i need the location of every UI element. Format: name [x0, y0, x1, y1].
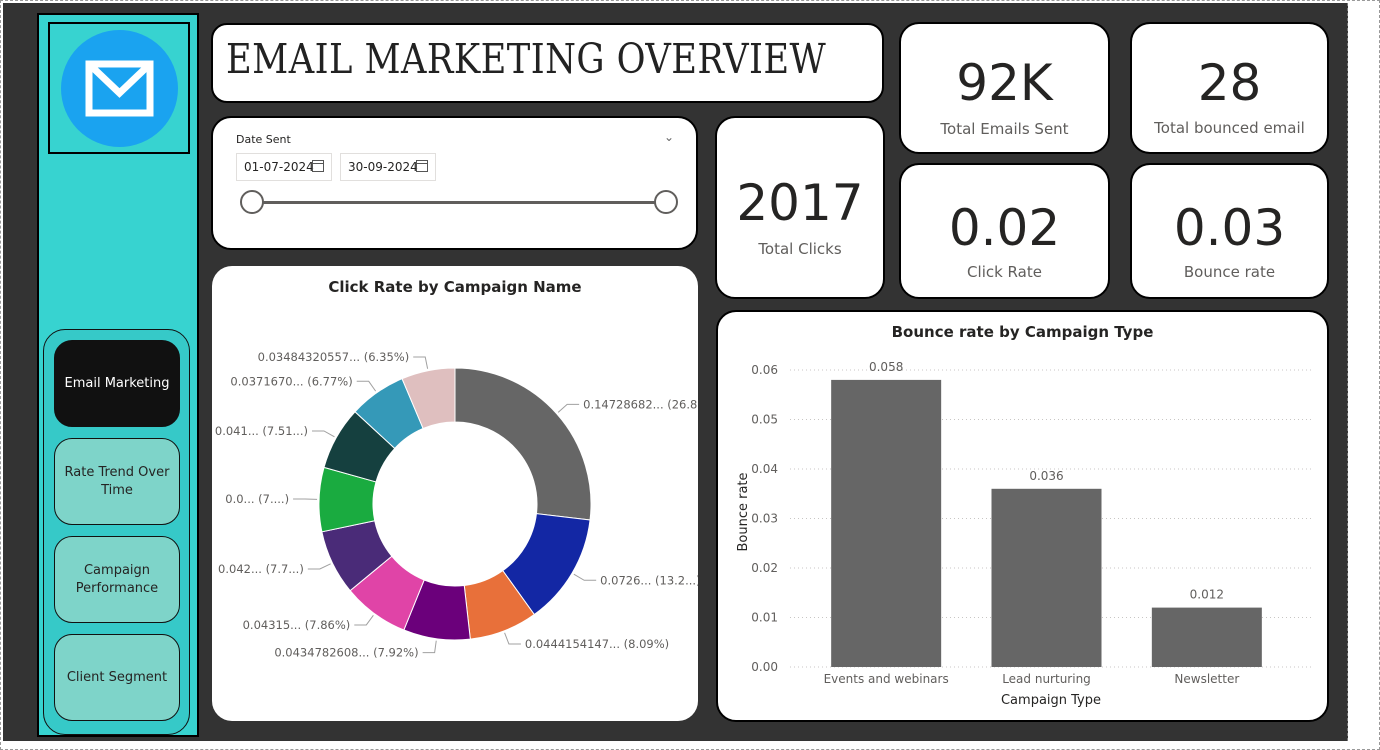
leader-line: [422, 640, 437, 654]
bar-chart-card: Bounce rate by Campaign Type 0.00 0.01 0.0…: [716, 310, 1329, 722]
nav-button-label: Rate Trend Over Time: [64, 464, 170, 498]
leader-line: [557, 403, 580, 413]
kpi-card-total-clicks: 2017 Total Clicks: [715, 116, 885, 299]
date-range-track[interactable]: [252, 201, 668, 204]
y-tick-label: 0.03: [751, 512, 778, 526]
x-tick-label: Lead nurturing: [1002, 672, 1091, 686]
bar[interactable]: [991, 488, 1102, 667]
kpi-card-total-bounced: 28 Total bounced email: [1130, 22, 1329, 154]
donut-data-label: 0.0... (7....): [225, 492, 289, 506]
nav-button-label: Email Marketing: [64, 375, 170, 391]
nav-panel: Email Marketing Rate Trend Over Time Cam…: [43, 329, 190, 735]
calendar-icon[interactable]: [312, 160, 324, 172]
nav-button-label: Campaign Performance: [75, 562, 159, 596]
bar-data-label: 0.012: [1190, 588, 1224, 602]
donut-data-label: 0.0434782608... (7.92%): [274, 646, 418, 660]
bar-data-label: 0.036: [1029, 469, 1063, 483]
envelope-icon: [85, 60, 154, 117]
leader-line: [504, 632, 521, 645]
donut-chart: 0.14728682... (26.83%) 0.0726... (13.2...…: [215, 350, 698, 660]
y-tick-label: 0.02: [751, 561, 778, 575]
donut-data-label: 0.0726... (13.2...): [600, 573, 698, 587]
date-slicer: Date Sent ⌄ 01-07-2024 30-09-2024: [211, 116, 698, 250]
x-tick-label: Events and webinars: [824, 672, 949, 686]
kpi-label: Total Clicks: [758, 240, 842, 258]
bar[interactable]: [831, 379, 942, 667]
end-date-input[interactable]: 30-09-2024: [340, 153, 436, 181]
start-date-value: 01-07-2024: [244, 160, 314, 174]
x-tick-label: Newsletter: [1174, 672, 1239, 686]
end-date-value: 30-09-2024: [348, 160, 418, 174]
leader-line: [311, 430, 335, 438]
kpi-value: 0.03: [1173, 199, 1286, 257]
nav-button-rate-trend[interactable]: Rate Trend Over Time: [54, 438, 180, 525]
kpi-label: Total Emails Sent: [940, 120, 1069, 138]
donut-data-label: 0.041... (7.51...): [215, 424, 308, 438]
donut-chart-card: Click Rate by Campaign Name 0.14728682..…: [212, 266, 698, 721]
kpi-value: 0.02: [948, 199, 1061, 257]
leader-line: [356, 380, 377, 392]
donut-data-label: 0.0371670... (6.77%): [230, 374, 352, 388]
y-tick-label: 0.06: [751, 363, 778, 377]
leader-line: [413, 356, 429, 369]
nav-button-campaign-performance[interactable]: Campaign Performance: [54, 536, 180, 623]
y-tick-label: 0.04: [751, 462, 778, 476]
slicer-title: Date Sent: [236, 133, 291, 146]
donut-data-label: 0.14728682... (26.83%): [583, 397, 698, 411]
kpi-value: 92K: [956, 54, 1053, 112]
nav-button-email-marketing[interactable]: Email Marketing: [54, 340, 180, 427]
date-range-start-handle[interactable]: [240, 190, 264, 214]
kpi-label: Bounce rate: [1183, 263, 1276, 281]
donut-slice[interactable]: [454, 367, 592, 521]
donut-data-label: 0.04315... (7.86%): [243, 618, 351, 632]
date-range-end-handle[interactable]: [654, 190, 678, 214]
bar[interactable]: [1151, 607, 1262, 667]
kpi-label: Total bounced email: [1154, 119, 1305, 137]
leader-line: [307, 563, 331, 570]
leader-line: [573, 573, 597, 581]
donut-data-label: 0.03484320557... (6.35%): [258, 350, 410, 364]
kpi-card-bounce-rate: 0.03 Bounce rate: [1130, 163, 1329, 299]
bar-data-label: 0.058: [869, 360, 903, 374]
logo-circle: [61, 30, 178, 147]
bar-chart: 0.00 0.01 0.02 0.03 0.04 0.05 0.06 0.058 Events …: [736, 360, 1313, 708]
page-title: EMAIL MARKETING OVERVIEW: [226, 35, 827, 83]
kpi-card-click-rate: 0.02 Click Rate: [899, 163, 1110, 299]
kpi-value: 2017: [736, 174, 864, 232]
title-card: EMAIL MARKETING OVERVIEW: [211, 23, 884, 103]
calendar-icon[interactable]: [416, 160, 428, 172]
x-axis-title: Campaign Type: [1001, 693, 1101, 708]
logo-box: [48, 22, 190, 154]
start-date-input[interactable]: 01-07-2024: [236, 153, 332, 181]
y-tick-label: 0.05: [751, 413, 778, 427]
kpi-label: Click Rate: [967, 263, 1042, 281]
donut-data-label: 0.0444154147... (8.09%): [525, 637, 669, 651]
nav-button-label: Client Segment: [66, 669, 168, 685]
leader-line: [354, 614, 374, 626]
nav-button-client-segment[interactable]: Client Segment: [54, 634, 180, 721]
chevron-down-icon[interactable]: ⌄: [664, 130, 674, 144]
y-tick-label: 0.00: [751, 660, 778, 674]
kpi-value: 28: [1197, 54, 1262, 112]
kpi-card-total-emails-sent: 92K Total Emails Sent: [899, 22, 1110, 154]
y-axis-title: Bounce rate: [736, 472, 751, 551]
y-tick-label: 0.01: [751, 611, 778, 625]
donut-data-label: 0.042... (7.7...): [218, 562, 304, 576]
